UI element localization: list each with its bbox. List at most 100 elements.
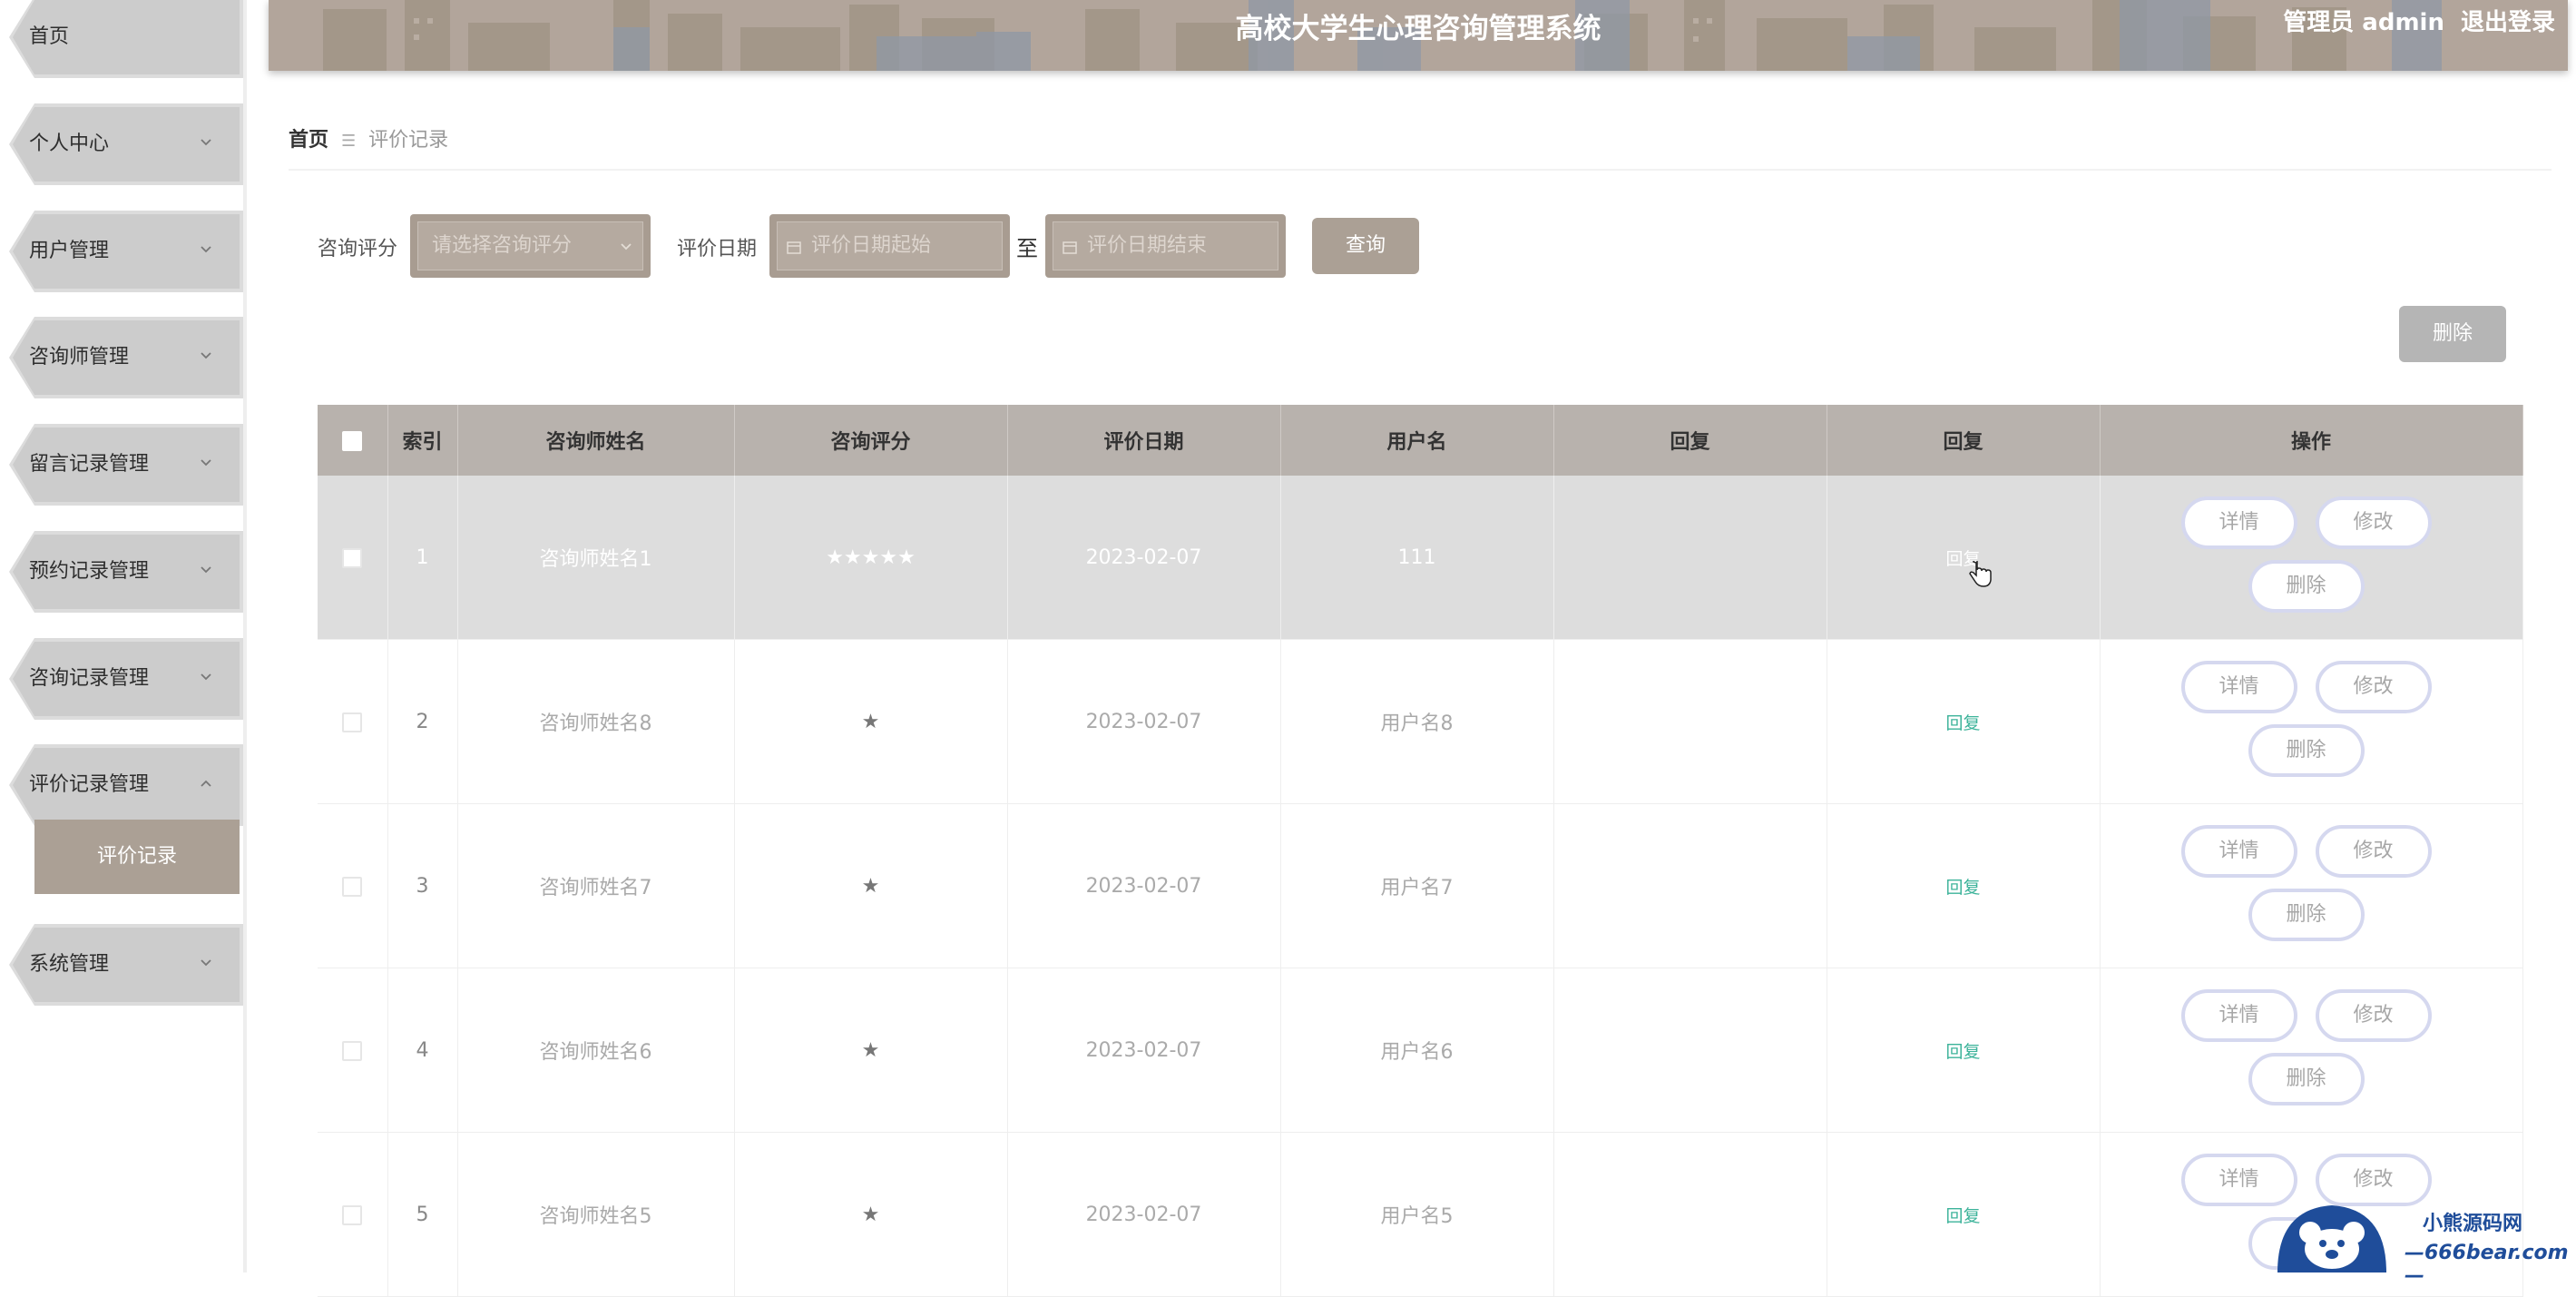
sidebar-item-home[interactable]: 首页 xyxy=(9,0,243,78)
rating-stars: ★ xyxy=(734,639,1008,804)
sidebar-item-label: 咨询记录管理 xyxy=(29,667,150,690)
reply-text xyxy=(1553,639,1827,804)
row-checkbox[interactable] xyxy=(342,876,363,897)
admin-username: 管理员 admin xyxy=(2283,9,2444,36)
rating-stars: ★ xyxy=(734,968,1008,1133)
breadcrumb-home[interactable]: 首页 xyxy=(289,129,328,152)
edit-button[interactable]: 修改 xyxy=(2315,661,2432,713)
detail-button[interactable]: 详情 xyxy=(2180,825,2297,878)
bear-logo-icon xyxy=(2277,1205,2386,1272)
reply-link[interactable]: 回复 xyxy=(1827,968,2101,1133)
detail-button[interactable]: 详情 xyxy=(2180,989,2297,1042)
delete-button[interactable]: 删除 xyxy=(2248,889,2365,941)
sidebar-item-consultation-records[interactable]: 咨询记录管理 xyxy=(9,638,243,720)
top-header: 高校大学生心理咨询管理系统 管理员 admin 退出登录 xyxy=(269,0,2568,71)
rating-stars: ★★★★★ xyxy=(734,476,1008,640)
chevron-down-icon xyxy=(201,673,211,681)
edit-button[interactable]: 修改 xyxy=(2315,989,2432,1042)
logout-link[interactable]: 退出登录 xyxy=(2461,9,2555,36)
sidebar-item-appointment-records[interactable]: 预约记录管理 xyxy=(9,531,243,613)
table-row[interactable]: 1 咨询师姓名1 ★★★★★ 2023-02-07 111 回复 详情 修改 删… xyxy=(318,476,2523,640)
chevron-up-icon xyxy=(201,780,211,787)
score-select[interactable]: 请选择咨询评分 xyxy=(410,214,651,278)
date-start-input[interactable]: 评价日期起始 xyxy=(769,214,1010,278)
column-header: 咨询师姓名 xyxy=(457,405,735,476)
calendar-icon xyxy=(1063,241,1077,254)
detail-button[interactable]: 详情 xyxy=(2180,661,2297,713)
column-header: 用户名 xyxy=(1280,405,1554,476)
row-index: 3 xyxy=(387,803,458,968)
breadcrumb-current: 评价记录 xyxy=(368,129,449,152)
calendar-icon xyxy=(787,241,801,254)
column-header: 操作 xyxy=(2100,405,2523,476)
chevron-down-icon xyxy=(201,352,211,359)
row-checkbox[interactable] xyxy=(342,712,363,732)
score-filter-label: 咨询评分 xyxy=(318,238,398,260)
app-title: 高校大学生心理咨询管理系统 xyxy=(1235,13,1601,45)
column-header: 回复 xyxy=(1553,405,1827,476)
select-all-cell[interactable] xyxy=(318,405,388,476)
sidebar-item-system-management[interactable]: 系统管理 xyxy=(9,924,243,1006)
evaluation-date: 2023-02-07 xyxy=(1007,803,1281,968)
user-area: 管理员 admin 退出登录 xyxy=(2267,0,2555,45)
row-index: 2 xyxy=(387,639,458,804)
rating-stars: ★ xyxy=(734,803,1008,968)
date-end-input[interactable]: 评价日期结束 xyxy=(1045,214,1286,278)
sidebar-item-counselor-management[interactable]: 咨询师管理 xyxy=(9,317,243,398)
sidebar-subitem-evaluation-records[interactable]: 评价记录 xyxy=(34,820,240,894)
hand-cursor-icon xyxy=(1969,561,1992,587)
watermark-brand: 小熊源码网 xyxy=(2423,1212,2523,1235)
chevron-down-icon xyxy=(201,566,211,574)
evaluation-date: 2023-02-07 xyxy=(1007,476,1281,640)
evaluation-date: 2023-02-07 xyxy=(1007,639,1281,804)
evaluation-date: 2023-02-07 xyxy=(1007,1132,1281,1297)
reply-link[interactable]: 回复 xyxy=(1827,476,2101,640)
row-checkbox[interactable] xyxy=(342,547,363,568)
breadcrumb-separator-icon: ☰ xyxy=(341,132,357,151)
username: 用户名7 xyxy=(1280,803,1554,968)
username: 111 xyxy=(1280,476,1554,640)
username: 用户名6 xyxy=(1280,968,1554,1133)
query-button[interactable]: 查询 xyxy=(1312,218,1419,274)
select-all-checkbox[interactable] xyxy=(342,430,363,451)
table-row[interactable]: 4 咨询师姓名6 ★ 2023-02-07 用户名6 回复 详情 修改 删除 xyxy=(318,968,2523,1133)
sidebar-item-label: 预约记录管理 xyxy=(29,560,150,583)
sidebar-item-label: 系统管理 xyxy=(29,953,110,976)
delete-button[interactable]: 删除 xyxy=(2248,1053,2365,1105)
chevron-down-icon xyxy=(201,246,211,253)
sidebar-item-user-management[interactable]: 用户管理 xyxy=(9,211,243,292)
chevron-down-icon xyxy=(201,959,211,967)
counselor-name: 咨询师姓名6 xyxy=(457,968,735,1133)
detail-button[interactable]: 详情 xyxy=(2180,496,2297,549)
reply-link[interactable]: 回复 xyxy=(1827,803,2101,968)
chevron-down-icon xyxy=(201,459,211,467)
row-checkbox[interactable] xyxy=(342,1204,363,1225)
batch-delete-button[interactable]: 删除 xyxy=(2399,306,2506,362)
chevron-down-icon xyxy=(201,139,211,146)
sidebar-item-personal-center[interactable]: 个人中心 xyxy=(9,103,243,185)
reply-link[interactable]: 回复 xyxy=(1827,1132,2101,1297)
table-row[interactable]: 5 咨询师姓名5 ★ 2023-02-07 用户名5 回复 详情 修改 删除 xyxy=(318,1132,2523,1297)
watermark: 小熊源码网 —666bear.com— xyxy=(2268,1196,2576,1287)
edit-button[interactable]: 修改 xyxy=(2315,825,2432,878)
table-row[interactable]: 2 咨询师姓名8 ★ 2023-02-07 用户名8 回复 详情 修改 删除 xyxy=(318,639,2523,804)
date-filter-label: 评价日期 xyxy=(677,238,758,260)
delete-button[interactable]: 删除 xyxy=(2248,724,2365,777)
date-range-separator: 至 xyxy=(1016,236,1038,261)
delete-button[interactable]: 删除 xyxy=(2248,560,2365,613)
table-row[interactable]: 3 咨询师姓名7 ★ 2023-02-07 用户名7 回复 详情 修改 删除 xyxy=(318,803,2523,968)
sidebar-item-label: 评价记录管理 xyxy=(29,773,150,796)
counselor-name: 咨询师姓名8 xyxy=(457,639,735,804)
chevron-down-icon xyxy=(621,243,632,251)
counselor-name: 咨询师姓名1 xyxy=(457,476,735,640)
sidebar-item-message-records[interactable]: 留言记录管理 xyxy=(9,424,243,506)
sidebar-item-label: 用户管理 xyxy=(29,240,110,262)
username: 用户名8 xyxy=(1280,639,1554,804)
score-select-placeholder: 请选择咨询评分 xyxy=(432,234,573,257)
table-header-row: 索引 咨询师姓名 咨询评分 评价日期 用户名 回复 回复 操作 xyxy=(318,405,2523,476)
edit-button[interactable]: 修改 xyxy=(2315,496,2432,549)
reply-link[interactable]: 回复 xyxy=(1827,639,2101,804)
row-checkbox[interactable] xyxy=(342,1040,363,1061)
row-index: 1 xyxy=(387,476,458,640)
sidebar-item-evaluation-records[interactable]: 评价记录管理 xyxy=(9,744,243,826)
